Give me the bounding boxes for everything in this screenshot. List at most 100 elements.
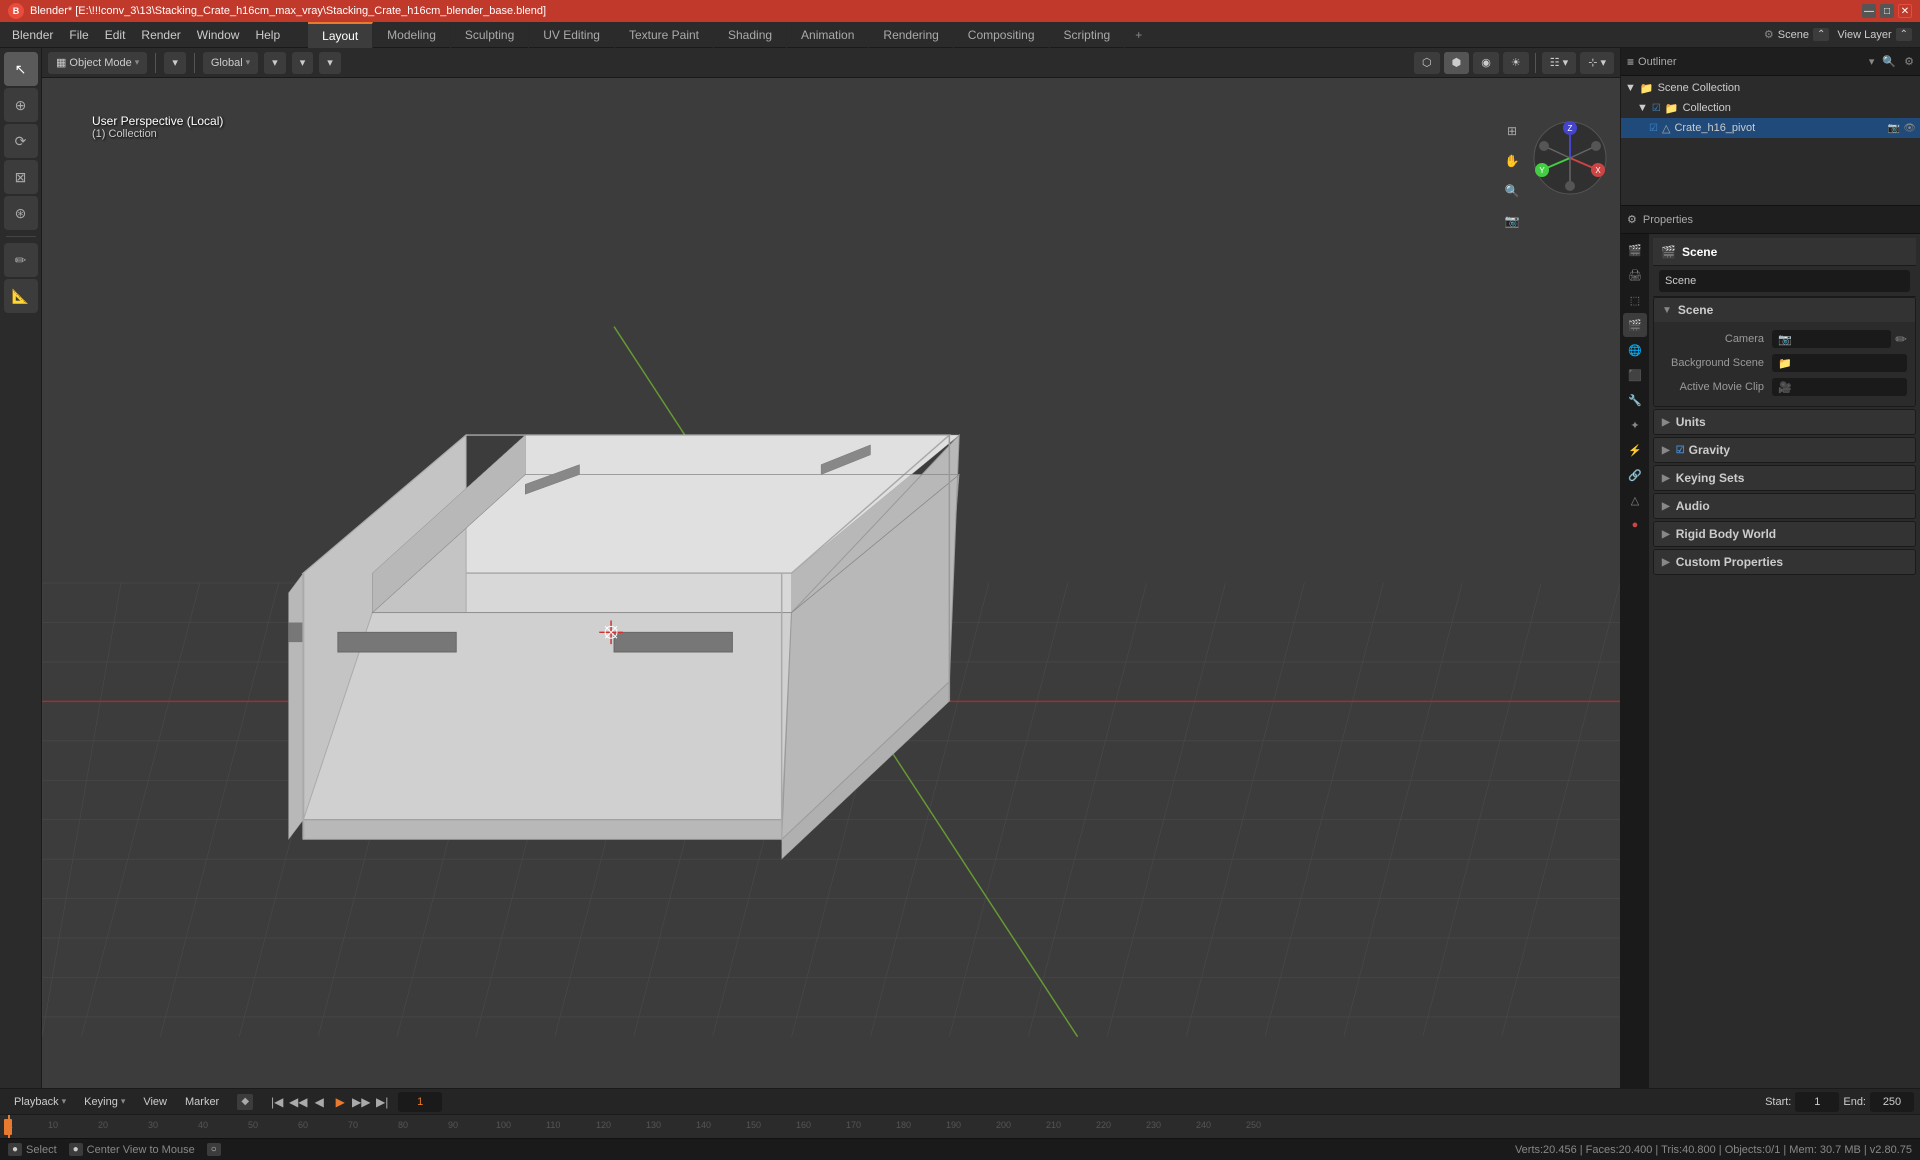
- menu-help[interactable]: Help: [247, 26, 288, 44]
- 3d-viewport[interactable]: ▦ Object Mode ▾ ▾ Global ▾ ▾ ▾ ▾ ⬡ ⬢: [42, 48, 1620, 1088]
- viewport-options-2[interactable]: ▾: [292, 52, 314, 74]
- rendered-button[interactable]: ☀: [1503, 52, 1529, 74]
- tab-layout[interactable]: Layout: [308, 22, 373, 48]
- prop-viewlayer-tab[interactable]: ⬚: [1623, 288, 1647, 312]
- prop-data-tab[interactable]: △: [1623, 488, 1647, 512]
- menu-edit[interactable]: Edit: [97, 26, 134, 44]
- tab-texture-paint[interactable]: Texture Paint: [615, 22, 714, 48]
- material-preview-button[interactable]: ◉: [1473, 52, 1499, 74]
- maximize-button[interactable]: □: [1880, 4, 1894, 18]
- tool-rotate[interactable]: ⟳: [4, 124, 38, 158]
- crate-restrict-icon[interactable]: 👁: [1903, 123, 1916, 134]
- viewport-global-button[interactable]: Global ▾: [203, 52, 258, 74]
- next-frame-button[interactable]: ▶▶: [351, 1092, 371, 1112]
- left-toolbar: ↖ ⊕ ⟳ ⊠ ⊛ ✏ 📐: [0, 48, 42, 1088]
- marker-menu[interactable]: Marker: [177, 1092, 227, 1112]
- prop-modifier-tab[interactable]: 🔧: [1623, 388, 1647, 412]
- menu-file[interactable]: File: [61, 26, 96, 44]
- tool-move[interactable]: ⊕: [4, 88, 38, 122]
- outliner-search-icon[interactable]: 🔍: [1882, 55, 1896, 68]
- keying-menu[interactable]: Keying ▾: [76, 1092, 133, 1112]
- play-reverse-button[interactable]: ◀: [309, 1092, 329, 1112]
- outliner-item-collection[interactable]: ▼ ☑ 📁 Collection: [1621, 98, 1920, 118]
- scene-selector[interactable]: ⚙ Scene ⌃: [1764, 28, 1829, 41]
- audio-header[interactable]: ▶ Audio: [1654, 494, 1915, 518]
- playback-menu[interactable]: Playback ▾: [6, 1092, 74, 1112]
- wireframe-button[interactable]: ⬡: [1414, 52, 1440, 74]
- select-mode-button[interactable]: ▾: [164, 52, 186, 74]
- close-button[interactable]: ✕: [1898, 4, 1912, 18]
- gizmo-button[interactable]: ⊹ ▾: [1580, 52, 1614, 74]
- tool-annotate[interactable]: ✏: [4, 243, 38, 277]
- rigid-body-world-header[interactable]: ▶ Rigid Body World: [1654, 522, 1915, 546]
- gravity-checkbox[interactable]: ☑: [1676, 445, 1685, 456]
- active-movie-clip-value[interactable]: 🎥: [1772, 378, 1907, 396]
- viewport-grid-button[interactable]: ⊞: [1499, 118, 1525, 144]
- custom-properties-header[interactable]: ▶ Custom Properties: [1654, 550, 1915, 574]
- gravity-section: ▶ ☑ Gravity: [1653, 437, 1916, 463]
- scene-details-header[interactable]: ▼ Scene: [1654, 298, 1915, 322]
- outliner-item-scene-collection[interactable]: ▼ 📁 Scene Collection: [1621, 78, 1920, 98]
- prop-scene-tab[interactable]: 🎬: [1623, 313, 1647, 337]
- minimize-button[interactable]: —: [1862, 4, 1876, 18]
- collection-checkbox[interactable]: ☑: [1652, 103, 1661, 114]
- outliner-filter-icon[interactable]: ▾: [1869, 55, 1875, 68]
- menu-render[interactable]: Render: [133, 26, 188, 44]
- add-workspace-button[interactable]: +: [1125, 28, 1152, 42]
- prop-output-tab[interactable]: 🖨: [1623, 263, 1647, 287]
- menu-blender[interactable]: Blender: [4, 26, 61, 44]
- overlay-button[interactable]: ☷ ▾: [1542, 52, 1576, 74]
- outliner-options-icon[interactable]: ⚙: [1904, 55, 1914, 68]
- tab-modeling[interactable]: Modeling: [373, 22, 451, 48]
- tool-transform[interactable]: ⊛: [4, 196, 38, 230]
- tool-cursor[interactable]: ↖: [4, 52, 38, 86]
- prop-material-tab[interactable]: ●: [1623, 513, 1647, 537]
- tab-animation[interactable]: Animation: [787, 22, 869, 48]
- jump-end-button[interactable]: ▶|: [372, 1092, 392, 1112]
- tab-shading[interactable]: Shading: [714, 22, 787, 48]
- prop-object-tab[interactable]: ⬛: [1623, 363, 1647, 387]
- start-frame-input[interactable]: 1: [1795, 1092, 1839, 1112]
- prop-world-tab[interactable]: 🌐: [1623, 338, 1647, 362]
- prop-constraints-tab[interactable]: 🔗: [1623, 463, 1647, 487]
- viewport-pan-button[interactable]: ✋: [1499, 148, 1525, 174]
- current-frame-input[interactable]: 1: [398, 1092, 442, 1112]
- background-scene-value[interactable]: 📁: [1772, 354, 1907, 372]
- solid-button[interactable]: ⬢: [1444, 52, 1470, 74]
- menu-window[interactable]: Window: [189, 26, 248, 44]
- jump-start-button[interactable]: |◀: [267, 1092, 287, 1112]
- viewport-camera-button[interactable]: 📷: [1499, 208, 1525, 234]
- scene-name-input[interactable]: Scene: [1659, 270, 1910, 292]
- prop-render-tab[interactable]: 🎬: [1623, 238, 1647, 262]
- gravity-header[interactable]: ▶ ☑ Gravity: [1654, 438, 1915, 462]
- keyframe-button[interactable]: ◆: [237, 1094, 253, 1110]
- scene-canvas[interactable]: User Perspective (Local) (1) Collection …: [42, 78, 1620, 1088]
- tool-measure[interactable]: 📐: [4, 279, 38, 313]
- viewport-mode-button[interactable]: ▦ Object Mode ▾: [48, 52, 147, 74]
- units-header[interactable]: ▶ Units: [1654, 410, 1915, 434]
- crate-camera-icon[interactable]: 📷: [1888, 123, 1900, 134]
- tab-rendering[interactable]: Rendering: [869, 22, 953, 48]
- camera-value[interactable]: 📷: [1772, 330, 1891, 348]
- prev-frame-button[interactable]: ◀◀: [288, 1092, 308, 1112]
- tool-scale[interactable]: ⊠: [4, 160, 38, 194]
- prop-physics-tab[interactable]: ⚡: [1623, 438, 1647, 462]
- crate-checkbox[interactable]: ☑: [1649, 123, 1658, 134]
- timeline-ruler[interactable]: 1 10 20 30 40 50 60 70 80 90 100 110 120…: [0, 1115, 1920, 1138]
- tab-sculpting[interactable]: Sculpting: [451, 22, 529, 48]
- view-layer-selector[interactable]: View Layer ⌃: [1837, 28, 1912, 41]
- prop-particles-tab[interactable]: ✦: [1623, 413, 1647, 437]
- outliner-item-crate[interactable]: ☑ △ Crate_h16_pivot 📷 👁: [1621, 118, 1920, 138]
- play-button[interactable]: ▶: [330, 1092, 350, 1112]
- tab-scripting[interactable]: Scripting: [1050, 22, 1126, 48]
- navigation-gizmo[interactable]: Z X Y: [1530, 118, 1610, 198]
- viewport-options-1[interactable]: ▾: [264, 52, 286, 74]
- view-menu[interactable]: View: [135, 1092, 175, 1112]
- tab-uv-editing[interactable]: UV Editing: [529, 22, 615, 48]
- viewport-zoom-button[interactable]: 🔍: [1499, 178, 1525, 204]
- viewport-options-3[interactable]: ▾: [319, 52, 341, 74]
- end-frame-input[interactable]: 250: [1870, 1092, 1914, 1112]
- camera-edit-icon[interactable]: ✏: [1895, 331, 1907, 348]
- tab-compositing[interactable]: Compositing: [954, 22, 1050, 48]
- keying-sets-header[interactable]: ▶ Keying Sets: [1654, 466, 1915, 490]
